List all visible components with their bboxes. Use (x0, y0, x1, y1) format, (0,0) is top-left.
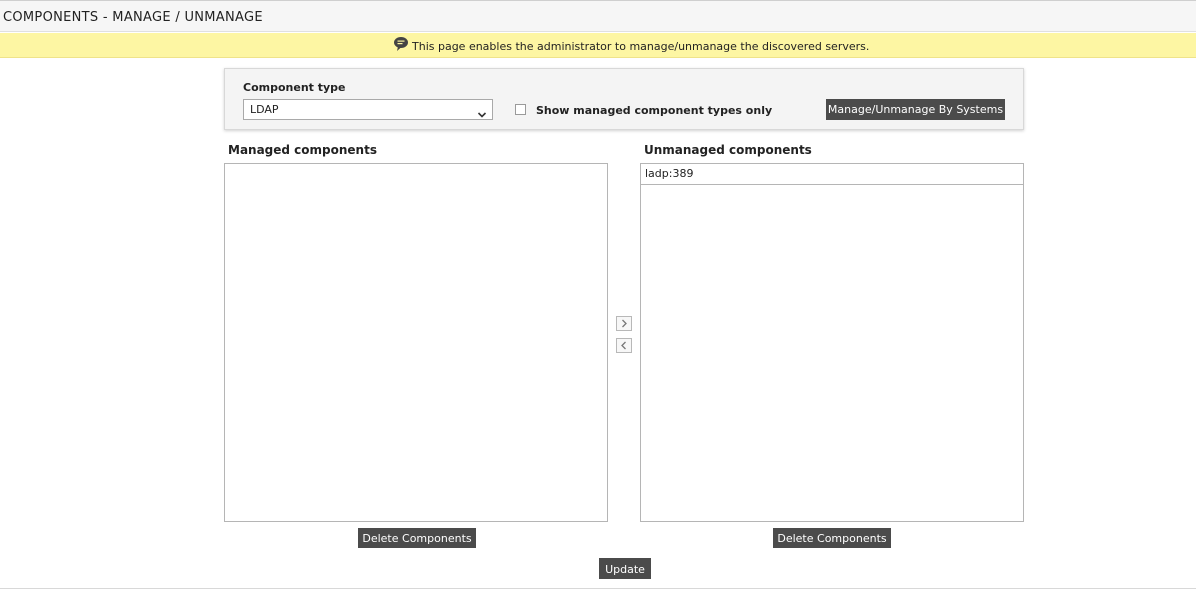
component-type-select[interactable]: LDAP (243, 99, 493, 120)
page: COMPONENTS - MANAGE / UNMANAGE This page… (0, 0, 1196, 589)
update-button[interactable]: Update (599, 558, 651, 579)
info-message: This page enables the administrator to m… (412, 40, 870, 53)
unmanaged-components-label: Unmanaged components (644, 143, 812, 157)
list-item[interactable]: ladp:389 (641, 164, 1023, 185)
info-banner: This page enables the administrator to m… (0, 33, 1196, 58)
chevron-down-icon (477, 105, 487, 118)
move-left-button[interactable] (616, 338, 632, 353)
managed-components-label: Managed components (228, 143, 377, 157)
show-managed-checkbox[interactable] (515, 104, 526, 115)
component-type-label: Component type (243, 81, 346, 94)
manage-by-systems-button[interactable]: Manage/Unmanage By Systems (826, 99, 1005, 120)
show-managed-label: Show managed component types only (536, 104, 773, 117)
delete-unmanaged-components-button[interactable]: Delete Components (773, 528, 891, 548)
move-right-button[interactable] (616, 316, 632, 331)
page-title: COMPONENTS - MANAGE / UNMANAGE (3, 10, 263, 25)
chevron-right-icon (622, 319, 627, 328)
delete-managed-components-button[interactable]: Delete Components (358, 528, 476, 548)
component-type-value: LDAP (250, 103, 279, 116)
speech-bubble-icon (393, 36, 409, 52)
chevron-left-icon (621, 341, 626, 350)
managed-components-list[interactable] (224, 163, 608, 522)
filter-panel: Component type LDAP Show managed compone… (224, 68, 1024, 130)
unmanaged-components-list[interactable]: ladp:389 (640, 163, 1024, 522)
title-bar: COMPONENTS - MANAGE / UNMANAGE (0, 1, 1196, 32)
